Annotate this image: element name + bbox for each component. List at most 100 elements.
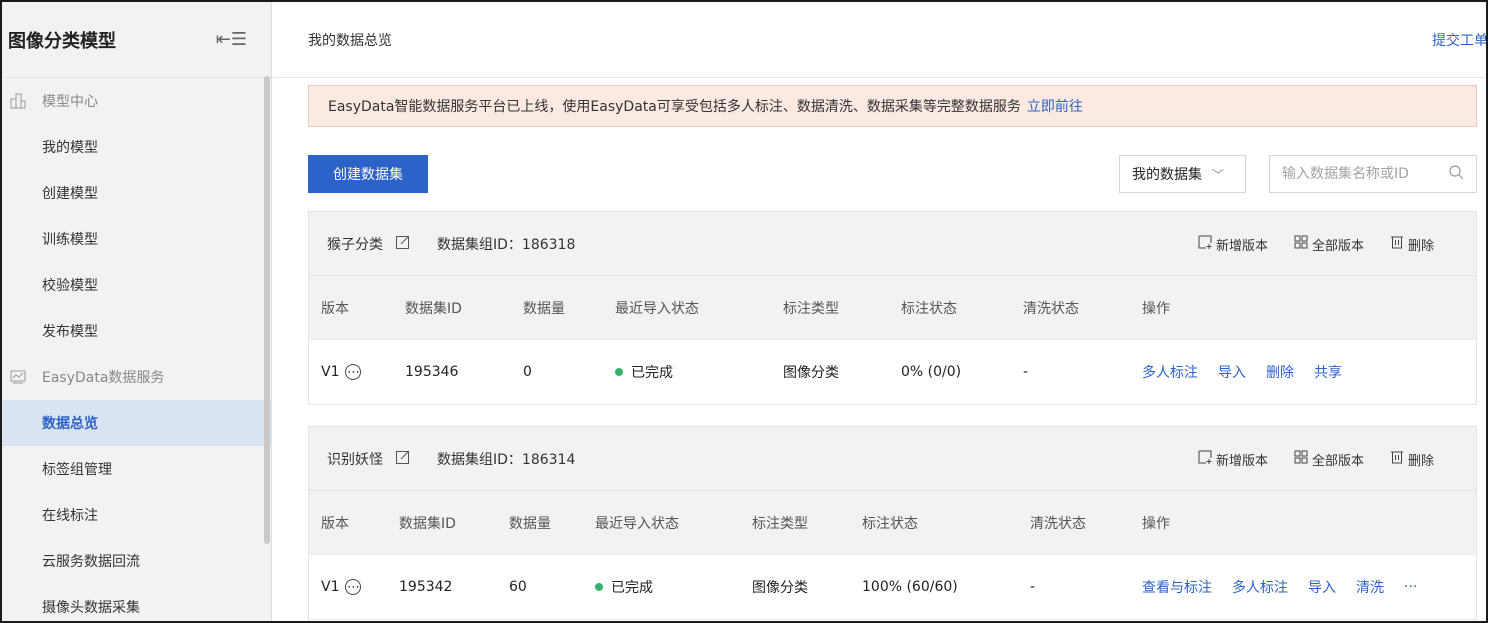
clean-status-cell: - xyxy=(1030,579,1036,595)
all-versions-button[interactable]: 全部版本 xyxy=(1294,235,1364,254)
import-link[interactable]: 导入 xyxy=(1308,577,1336,597)
col-dataset-id: 数据集ID xyxy=(399,516,456,532)
label-type-cell: 图像分类 xyxy=(752,580,808,596)
edit-icon[interactable] xyxy=(395,234,411,254)
sidebar-item-cloud-data-return[interactable]: 云服务数据回流 xyxy=(2,538,271,584)
sidebar-item-data-overview[interactable]: 数据总览 xyxy=(2,400,271,446)
sidebar-item-publish-model[interactable]: 发布模型 xyxy=(2,308,271,354)
table-header: 版本 数据集ID 数据量 最近导入状态 标注类型 标注状态 清洗状态 操作 xyxy=(309,276,1476,340)
col-label-type: 标注类型 xyxy=(752,516,808,532)
version-label: V1 xyxy=(321,364,340,380)
sidebar-item-train-model[interactable]: 训练模型 xyxy=(2,216,271,262)
submit-ticket-link[interactable]: 提交工单 xyxy=(1432,30,1486,50)
chart-icon xyxy=(10,369,30,385)
chevron-down-icon: ﹀ xyxy=(1212,167,1225,182)
sidebar-item-my-models[interactable]: 我的模型 xyxy=(2,124,271,170)
notice-go-link[interactable]: 立即前往 xyxy=(1027,96,1083,116)
dataset-name: 识别妖怪 xyxy=(327,451,383,468)
grid-icon xyxy=(1294,235,1308,253)
col-label-status: 标注状态 xyxy=(901,301,957,317)
more-actions-link[interactable]: ··· xyxy=(1404,579,1417,595)
dataset-id-cell: 195342 xyxy=(399,579,453,595)
share-link[interactable]: 共享 xyxy=(1314,362,1342,382)
col-label-type: 标注类型 xyxy=(783,301,839,317)
card-actions: 新增版本 全部版本 删除 xyxy=(1198,212,1434,276)
add-version-icon xyxy=(1198,235,1212,253)
status-dot-icon xyxy=(615,368,623,376)
sidebar-group-easydata[interactable]: EasyData数据服务 xyxy=(2,354,271,400)
import-status-cell: 已完成 xyxy=(595,555,653,619)
dataset-group-id: 数据集组ID：186318 xyxy=(437,236,576,253)
status-dot-icon xyxy=(595,583,603,591)
delete-label: 删除 xyxy=(1407,238,1434,254)
import-link[interactable]: 导入 xyxy=(1218,362,1246,382)
col-clean-status: 清洗状态 xyxy=(1023,301,1079,317)
all-versions-label: 全部版本 xyxy=(1311,238,1364,254)
app-frame: 图像分类模型 ⇤☰ 模型中心 我的模型 创建模型 训练模型 校验模型 发布模型 … xyxy=(0,0,1488,623)
filter-selected-value: 我的数据集 xyxy=(1132,167,1202,183)
label-status-cell: 100% (60/60) xyxy=(862,579,958,595)
col-version: 版本 xyxy=(321,516,349,532)
app-title: 图像分类模型 xyxy=(8,30,116,52)
delete-link[interactable]: 删除 xyxy=(1266,362,1294,382)
import-status-text: 已完成 xyxy=(631,365,673,381)
sidebar-item-validate-model[interactable]: 校验模型 xyxy=(2,262,271,308)
count-cell: 0 xyxy=(523,364,532,380)
more-circle-icon[interactable]: ⋯ xyxy=(345,579,362,595)
sidebar-scrollbar[interactable] xyxy=(264,76,270,544)
clean-status-cell: - xyxy=(1023,364,1029,380)
version-label: V1 xyxy=(321,579,340,595)
more-circle-icon[interactable]: ⋯ xyxy=(345,364,362,380)
sidebar-item-camera-collection[interactable]: 摄像头数据采集 xyxy=(2,584,271,621)
grid-icon xyxy=(1294,450,1308,468)
multi-label-link[interactable]: 多人标注 xyxy=(1142,362,1198,382)
delete-group-button[interactable]: 删除 xyxy=(1390,450,1434,469)
create-dataset-button[interactable]: 创建数据集 xyxy=(308,155,428,193)
dataset-name: 猴子分类 xyxy=(327,236,383,253)
sidebar-item-create-model[interactable]: 创建模型 xyxy=(2,170,271,216)
add-version-button[interactable]: 新增版本 xyxy=(1198,450,1268,469)
dataset-id-cell: 195346 xyxy=(405,364,459,380)
dataset-card: 识别妖怪 数据集组ID：186314 新增版本 全部版本 删除 版本 数据集ID… xyxy=(308,426,1477,620)
dataset-group-id: 数据集组ID：186314 xyxy=(437,451,576,468)
search-box xyxy=(1269,155,1477,193)
dataset-filter-select[interactable]: 我的数据集 ﹀ xyxy=(1119,155,1246,193)
col-import-status: 最近导入状态 xyxy=(615,301,699,317)
col-label-status: 标注状态 xyxy=(862,516,918,532)
table-header: 版本 数据集ID 数据量 最近导入状态 标注类型 标注状态 清洗状态 操作 xyxy=(309,491,1476,555)
sidebar-group-label: 模型中心 xyxy=(42,94,98,110)
notice-text: EasyData智能数据服务平台已上线，使用EasyData可享受包括多人标注、… xyxy=(328,99,1021,115)
delete-group-button[interactable]: 删除 xyxy=(1390,235,1434,254)
breadcrumb: 我的数据总览 xyxy=(308,32,392,49)
multi-label-link[interactable]: 多人标注 xyxy=(1232,577,1288,597)
all-versions-label: 全部版本 xyxy=(1311,453,1364,469)
notice-banner: EasyData智能数据服务平台已上线，使用EasyData可享受包括多人标注、… xyxy=(308,85,1477,127)
sidebar-group-model-center[interactable]: 模型中心 xyxy=(2,78,271,124)
card-actions: 新增版本 全部版本 删除 xyxy=(1198,427,1434,491)
col-version: 版本 xyxy=(321,301,349,317)
view-and-label-link[interactable]: 查看与标注 xyxy=(1142,577,1212,597)
col-dataset-id: 数据集ID xyxy=(405,301,462,317)
add-version-label: 新增版本 xyxy=(1215,238,1268,254)
add-version-icon xyxy=(1198,450,1212,468)
top-bar: 我的数据总览 提交工单 xyxy=(273,2,1486,78)
table-row: V1 ⋯ 195346 0 已完成 图像分类 0% (0/0) - 多人标注 导… xyxy=(309,340,1476,404)
col-import-status: 最近导入状态 xyxy=(595,516,679,532)
col-count: 数据量 xyxy=(523,301,565,317)
edit-icon[interactable] xyxy=(395,449,411,469)
col-actions: 操作 xyxy=(1142,301,1170,317)
all-versions-button[interactable]: 全部版本 xyxy=(1294,450,1364,469)
label-type-cell: 图像分类 xyxy=(783,365,839,381)
trash-icon xyxy=(1390,235,1404,253)
collapse-menu-icon[interactable]: ⇤☰ xyxy=(216,29,247,50)
sidebar-item-online-labeling[interactable]: 在线标注 xyxy=(2,492,271,538)
sidebar-item-label-groups[interactable]: 标签组管理 xyxy=(2,446,271,492)
model-icon xyxy=(10,93,30,109)
sidebar-group-label: EasyData数据服务 xyxy=(42,370,165,386)
label-status-cell: 0% (0/0) xyxy=(901,364,962,380)
search-icon[interactable] xyxy=(1449,165,1464,184)
dataset-card: 猴子分类 数据集组ID：186318 新增版本 全部版本 删除 版本 数据集ID… xyxy=(308,211,1477,405)
search-input[interactable] xyxy=(1282,166,1432,182)
add-version-button[interactable]: 新增版本 xyxy=(1198,235,1268,254)
clean-link[interactable]: 清洗 xyxy=(1356,577,1384,597)
